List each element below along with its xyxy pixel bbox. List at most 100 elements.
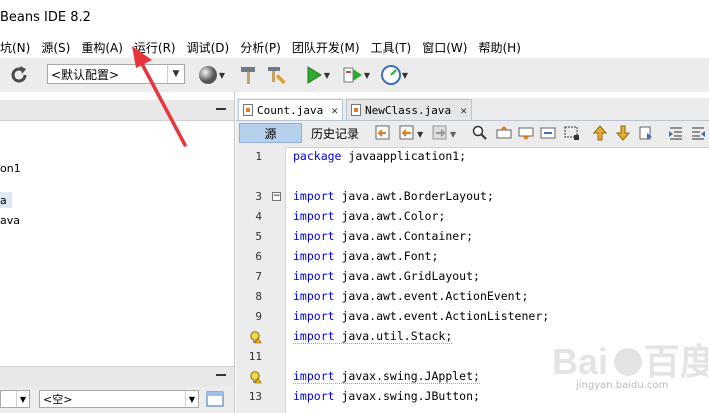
projects-panel-header	[0, 100, 234, 121]
code-line[interactable]: import java.awt.event.ActionEvent;	[293, 289, 528, 303]
java-file-icon	[243, 104, 253, 116]
code-text: java.awt.Container;	[334, 229, 474, 243]
menu-tools[interactable]: 工具(T)	[371, 39, 418, 56]
line-number: 11	[248, 350, 262, 363]
code-keyword: import	[293, 269, 335, 283]
fold-collapse-icon[interactable]: −	[272, 192, 281, 201]
chevron-down-icon: ▼	[167, 65, 184, 83]
find-previous-icon[interactable]	[496, 125, 512, 141]
shift-left-icon[interactable]	[668, 125, 684, 141]
code-keyword: import	[293, 189, 335, 203]
code-line[interactable]: import javax.swing.JButton;	[293, 389, 480, 403]
tree-item[interactable]: on1	[0, 162, 21, 175]
dropdown-arrow-icon: ▼	[363, 70, 371, 80]
run-button[interactable]: ▼	[300, 63, 334, 87]
next-bookmark-icon[interactable]	[615, 125, 631, 141]
browser-button[interactable]: ▼	[193, 63, 229, 87]
back-icon[interactable]: ▼	[399, 125, 429, 141]
menu-profile[interactable]: 分析(P)	[240, 39, 287, 56]
code-line[interactable]: import java.awt.event.ActionListener;	[293, 309, 549, 323]
code-keyword: import	[293, 289, 335, 303]
build-button[interactable]	[237, 63, 261, 87]
code-line[interactable]: import java.awt.Color;	[293, 209, 445, 223]
code-keyword: import	[293, 209, 335, 223]
debug-button[interactable]: ▼	[338, 63, 374, 87]
line-number: 9	[255, 310, 262, 323]
code-line[interactable]: import java.awt.GridLayout;	[293, 269, 480, 283]
previous-bookmark-icon[interactable]	[592, 125, 608, 141]
clean-build-icon	[268, 67, 286, 84]
menu-refactor[interactable]: 重构(A)	[81, 39, 129, 56]
debug-icon	[343, 67, 362, 83]
code-text: java.awt.BorderLayout;	[334, 189, 494, 203]
tab-newclass-java[interactable]: NewClass.java ✕	[346, 99, 472, 120]
menu-file[interactable]: 坑(N)	[0, 39, 36, 56]
history-view-button[interactable]: 历史记录	[306, 123, 364, 143]
watermark-text: jingyan.baidu.com	[576, 380, 669, 391]
config-select-value: <默认配置>	[51, 67, 120, 82]
line-number: 1	[255, 150, 262, 163]
menu-run[interactable]: 运行(R)	[134, 39, 182, 56]
tree-item[interactable]: a	[0, 194, 7, 207]
close-icon[interactable]: ✕	[454, 104, 467, 117]
menu-window[interactable]: 窗口(W)	[422, 39, 473, 56]
code-text: java.awt.GridLayout;	[334, 269, 480, 283]
config-select[interactable]: <默认配置> ▼	[47, 64, 185, 84]
clean-build-button[interactable]	[264, 63, 290, 87]
code-line[interactable]: import java.awt.Container;	[293, 229, 473, 243]
code-text: javax.swing.JApplet;	[334, 369, 480, 383]
find-selection-icon[interactable]	[540, 125, 556, 141]
tree-item[interactable]: ava	[0, 214, 20, 227]
play-icon	[307, 66, 322, 84]
menu-help[interactable]: 帮助(H)	[478, 39, 526, 56]
globe-icon	[198, 66, 217, 84]
menu-team[interactable]: 团队开发(M)	[292, 39, 366, 56]
code-text: javax.swing.JButton;	[334, 389, 480, 403]
code-keyword: import	[293, 229, 335, 243]
menu-source[interactable]: 源(S)	[41, 39, 76, 56]
code-line[interactable]: import java.util.Stack;	[293, 329, 453, 344]
toggle-bookmark-icon[interactable]	[638, 125, 654, 141]
svg-text:百度: 百度	[644, 341, 708, 382]
code-text: javaapplication1;	[341, 149, 467, 163]
profile-button[interactable]: ▼	[376, 63, 412, 87]
dropdown-arrow-icon: ▼	[401, 70, 409, 80]
toggle-highlight-icon[interactable]	[564, 125, 580, 141]
code-line[interactable]: import java.awt.BorderLayout;	[293, 189, 494, 203]
line-number: 8	[255, 290, 262, 303]
minimize-icon[interactable]	[214, 369, 228, 381]
warning-lightbulb-icon[interactable]	[250, 331, 262, 344]
dropdown-arrow-icon: ▼	[218, 70, 226, 80]
java-file-icon	[351, 104, 361, 116]
code-line[interactable]: import javax.swing.JApplet;	[293, 369, 480, 384]
minimize-icon[interactable]	[214, 103, 228, 115]
last-edit-icon[interactable]	[375, 125, 391, 141]
title-bar	[0, 0, 709, 36]
tab-count-java[interactable]: Count.java ✕	[238, 99, 343, 120]
profile-gauge-icon	[380, 65, 401, 85]
menu-debug[interactable]: 调试(D)	[187, 39, 236, 56]
code-text: java.awt.event.ActionListener;	[334, 309, 550, 323]
find-next-icon[interactable]	[518, 125, 534, 141]
line-number: 13	[248, 390, 262, 403]
source-view-button[interactable]: 源	[239, 123, 302, 143]
navigator-select-left[interactable]: ▼	[0, 390, 30, 408]
tab-label: Count.java	[257, 103, 324, 117]
code-keyword: import	[293, 249, 335, 263]
code-keyword: import	[293, 309, 335, 323]
code-text: java.awt.Color;	[334, 209, 446, 223]
close-icon[interactable]: ✕	[325, 104, 338, 117]
shift-right-icon[interactable]	[690, 125, 706, 141]
svg-text:▼: ▼	[417, 130, 424, 139]
code-line[interactable]: import java.awt.Font;	[293, 249, 438, 263]
code-keyword: package	[293, 149, 342, 163]
navigator-options-button[interactable]	[206, 390, 224, 408]
navigator-select[interactable]: <空> ▼	[39, 390, 199, 408]
find-icon[interactable]	[472, 125, 488, 141]
svg-text:▼: ▼	[450, 130, 457, 139]
forward-icon[interactable]: ▼	[432, 125, 462, 141]
redo-button[interactable]	[6, 63, 32, 87]
code-line[interactable]: package javaapplication1;	[293, 149, 466, 163]
code-keyword: import	[293, 389, 335, 403]
warning-lightbulb-icon[interactable]	[250, 371, 262, 384]
